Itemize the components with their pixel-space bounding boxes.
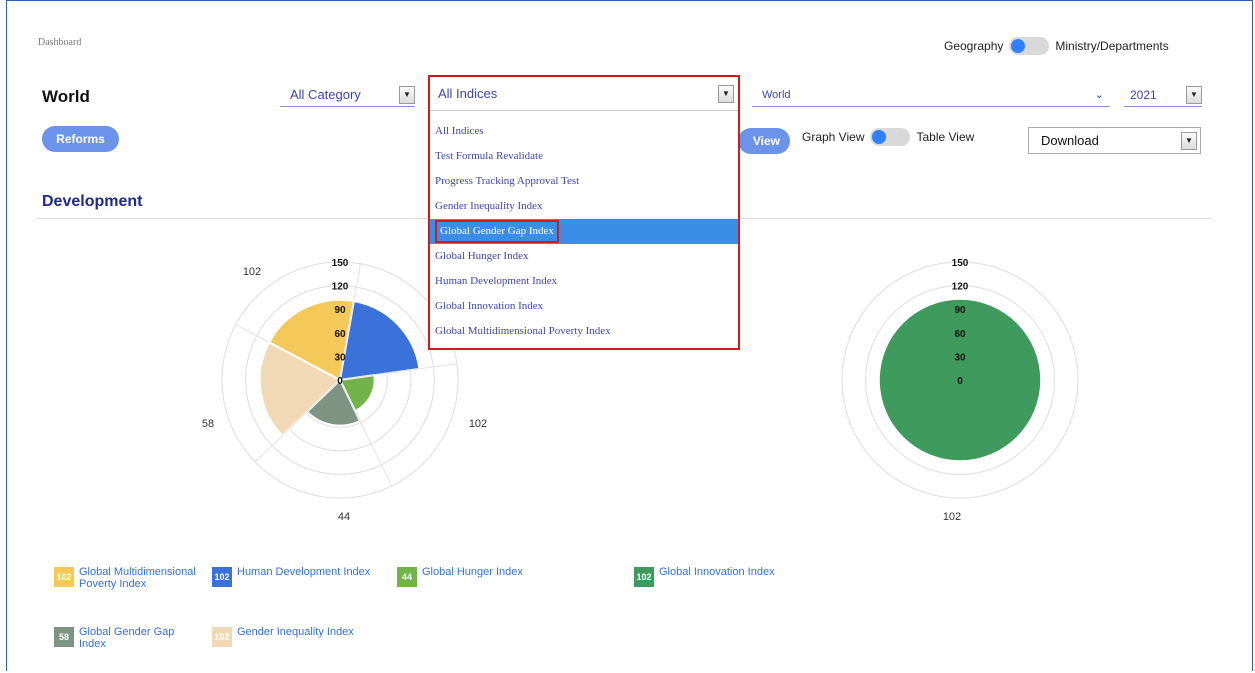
category-select[interactable]: All Category ▼	[280, 83, 415, 107]
region-select[interactable]: World ⌄	[752, 83, 1110, 107]
legend-swatch: 102	[212, 627, 232, 647]
legend-item[interactable]: 44 Global Hunger Index	[397, 566, 547, 587]
indices-select[interactable]: All Indices ▼	[430, 77, 738, 111]
view-button[interactable]: View	[738, 128, 790, 154]
radial-tick-label: 90	[334, 305, 346, 316]
dropdown-option[interactable]: Global Hunger Index	[430, 244, 738, 269]
ministry-label: Ministry/Departments	[1055, 39, 1169, 53]
legend-value: 102	[214, 572, 230, 582]
dropdown-option[interactable]: Human Development Index	[430, 269, 738, 294]
legend-label: Global Innovation Index	[659, 566, 775, 578]
polar-chart-right-group: 150 120 90 60 30 0 102	[841, 258, 1079, 523]
legend-item[interactable]: 102 Global Innovation Index	[634, 566, 804, 587]
legend-label: Gender Inequality Index	[237, 626, 354, 638]
segment-label: 58	[202, 418, 214, 430]
segment-label: 102	[943, 511, 961, 523]
dropdown-option-label: Global Hunger Index	[435, 250, 529, 262]
radial-tick-label: 30	[334, 352, 346, 363]
radial-tick-label: 120	[332, 282, 349, 293]
chevron-down-icon: ▼	[399, 85, 415, 104]
legend-item[interactable]: 102 Global Multidimensional Poverty Inde…	[54, 566, 204, 590]
category-select-value: All Category	[290, 87, 361, 102]
dropdown-option-label: All Indices	[435, 125, 484, 137]
graph-table-toggle-group: Graph View Table View	[802, 128, 974, 146]
download-select[interactable]: Download ▼	[1028, 127, 1201, 154]
radial-tick-label: 30	[954, 352, 966, 363]
chart-legend: 102 Global Multidimensional Poverty Inde…	[54, 566, 814, 656]
radial-tick-label: 150	[952, 258, 969, 269]
segment-label: 102	[469, 418, 487, 430]
dropdown-option-label: Gender Inequality Index	[435, 200, 543, 212]
chevron-down-icon: ⌄	[1094, 89, 1104, 101]
dropdown-option-label: Global Multidimensional Poverty Index	[435, 325, 611, 337]
dropdown-option[interactable]: Global Gender Gap Index	[430, 219, 738, 244]
chevron-down-icon: ▼	[1181, 131, 1197, 150]
table-view-label: Table View	[916, 130, 975, 144]
legend-value: 102	[56, 572, 72, 582]
legend-label: Human Development Index	[237, 566, 371, 578]
legend-label: Global Gender Gap Index	[79, 626, 175, 650]
chevron-down-icon: ▼	[1186, 85, 1202, 104]
legend-value: 102	[636, 572, 652, 582]
dropdown-option[interactable]: Gender Inequality Index	[430, 194, 738, 219]
reforms-button[interactable]: Reforms	[42, 126, 119, 152]
dropdown-option-label: Global Innovation Index	[435, 300, 544, 312]
dropdown-option[interactable]: Global Innovation Index	[430, 294, 738, 319]
dropdown-option[interactable]: Test Formula Revalidate	[430, 144, 738, 169]
toggle-knob	[1011, 39, 1026, 53]
dropdown-option[interactable]: Global Multidimensional Poverty Index	[430, 319, 738, 344]
legend-swatch: 102	[634, 567, 654, 587]
geography-ministry-toggle-group: Geography Ministry/Departments	[944, 37, 1169, 55]
indices-dropdown[interactable]: All Indices ▼ All Indices Test Formula Re…	[428, 75, 740, 350]
dropdown-option-label: Progress Tracking Approval Test	[435, 175, 580, 187]
legend-item[interactable]: 58 Global Gender Gap Index	[54, 626, 204, 650]
radial-tick-label: 0	[957, 376, 963, 387]
radial-tick-label: 60	[954, 329, 966, 340]
dropdown-option-label: Human Development Index	[435, 275, 558, 287]
region-select-value: World	[762, 88, 791, 101]
legend-label: Global Multidimensional Poverty Index	[79, 566, 196, 590]
dropdown-option[interactable]: Progress Tracking Approval Test	[430, 169, 738, 194]
indices-select-value: All Indices	[438, 86, 498, 101]
page-title: World	[42, 87, 90, 106]
radial-tick-label: 90	[954, 305, 966, 316]
section-title: Development	[42, 193, 143, 210]
radial-tick-label: 120	[952, 282, 969, 293]
toggle-knob	[872, 130, 887, 144]
polar-chart-right: 150 120 90 60 30 0 102	[841, 258, 1079, 523]
dropdown-option-label: Test Formula Revalidate	[435, 150, 543, 162]
legend-value: 58	[58, 632, 69, 642]
legend-value: 102	[214, 632, 230, 642]
graph-table-toggle[interactable]	[870, 128, 911, 146]
graph-view-label: Graph View	[802, 130, 865, 144]
radial-tick-label: 0	[337, 376, 343, 387]
segment-label: 102	[243, 266, 261, 278]
indices-option-list: All Indices Test Formula Revalidate Progre…	[430, 111, 738, 344]
legend-swatch: 58	[54, 627, 74, 647]
radial-tick-label: 60	[334, 329, 346, 340]
year-select-value: 2021	[1130, 87, 1157, 102]
legend-swatch: 102	[54, 567, 74, 587]
breadcrumb[interactable]: Dashboard	[38, 37, 81, 48]
geography-ministry-toggle[interactable]	[1009, 37, 1050, 55]
year-select[interactable]: 2021 ▼	[1124, 83, 1202, 107]
legend-swatch: 102	[212, 567, 232, 587]
dropdown-option-label: Global Gender Gap Index	[435, 220, 559, 243]
dropdown-option[interactable]: All Indices	[430, 119, 738, 144]
legend-value: 44	[401, 572, 412, 582]
segment-label: 44	[338, 511, 350, 523]
legend-swatch: 44	[397, 567, 417, 587]
chevron-down-icon: ▼	[718, 84, 734, 103]
radial-tick-label: 150	[332, 258, 349, 269]
legend-label: Global Hunger Index	[422, 566, 523, 578]
download-select-value: Download	[1041, 133, 1099, 148]
legend-item[interactable]: 102 Gender Inequality Index	[212, 626, 382, 647]
geography-label: Geography	[944, 39, 1004, 53]
legend-item[interactable]: 102 Human Development Index	[212, 566, 392, 587]
